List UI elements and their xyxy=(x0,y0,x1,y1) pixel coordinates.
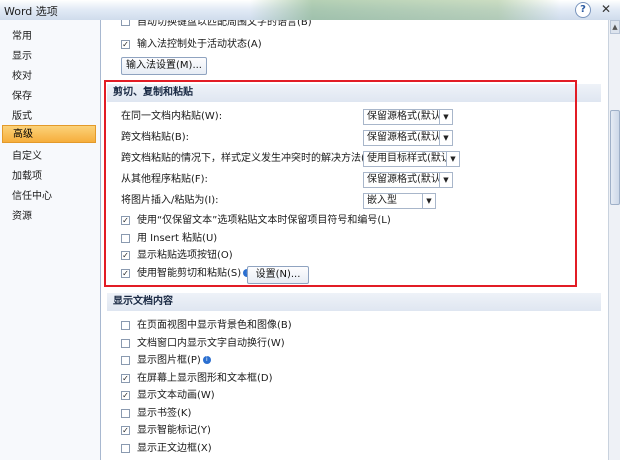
style-conflict-select[interactable]: 使用目标样式(默认) ▼ xyxy=(363,151,460,167)
picture-placeholders-row[interactable]: 显示图片框(P) i xyxy=(121,353,521,369)
ribbon-background xyxy=(250,0,560,20)
keep-bullets-label: 使用“仅保留文本”选项粘贴文本时保留项目符号和编号(L) xyxy=(137,215,391,226)
show-background-label: 在页面视图中显示背景色和图像(B) xyxy=(137,320,292,331)
text-animation-row[interactable]: ✓ 显示文本动画(W) xyxy=(121,388,521,404)
section-header-show-document: 显示文档内容 xyxy=(107,293,601,311)
paste-within-doc-select[interactable]: 保留源格式(默认) ▼ xyxy=(363,109,453,125)
show-bookmarks-label: 显示书签(K) xyxy=(137,408,192,419)
show-bookmarks-row[interactable]: 显示书签(K) xyxy=(121,406,521,422)
info-icon: i xyxy=(202,356,211,364)
options-content: 自动切换键盘以匹配周围文字的语言(B) ✓ 输入法控制处于活动状态(A) 输入法… xyxy=(101,20,608,460)
paste-between-docs-select[interactable]: 保留源格式(默认) ▼ xyxy=(363,130,453,146)
auto-keyboard-label: 自动切换键盘以匹配周围文字的语言(B) xyxy=(137,20,312,28)
show-paste-options-label: 显示粘贴选项按钮(O) xyxy=(137,250,233,261)
wrap-text-checkbox[interactable] xyxy=(121,339,130,348)
vertical-scrollbar[interactable]: ▲ xyxy=(608,20,620,460)
keep-bullets-checkbox[interactable]: ✓ xyxy=(121,216,130,225)
smart-paste-settings-button[interactable]: 设置(N)... xyxy=(247,266,309,284)
show-drawings-label: 在屏幕上显示图形和文本框(D) xyxy=(137,373,273,384)
smart-cut-paste-row[interactable]: ✓ 使用智能剪切和粘贴(S)i xyxy=(121,266,261,282)
sidebar-item-save[interactable]: 保存 xyxy=(2,88,96,106)
keep-bullets-row[interactable]: ✓ 使用“仅保留文本”选项粘贴文本时保留项目符号和编号(L) xyxy=(121,213,601,229)
sidebar-item-advanced[interactable]: 高级 xyxy=(2,125,96,143)
paste-between-docs-label: 跨文档粘贴(B): xyxy=(121,132,190,143)
smart-cut-paste-label: 使用智能剪切和粘贴(S)i xyxy=(137,266,252,282)
sidebar: 常用 显示 校对 保存 版式 高级 自定义 加载项 信任中心 资源 xyxy=(0,20,101,460)
text-boundaries-row[interactable]: 显示正文边框(X) xyxy=(121,441,521,457)
picture-placeholders-label: 显示图片框(P) i xyxy=(137,353,211,369)
text-animation-checkbox[interactable]: ✓ xyxy=(121,391,130,400)
show-paste-options-checkbox[interactable]: ✓ xyxy=(121,251,130,260)
insert-paste-checkbox[interactable] xyxy=(121,234,130,243)
text-boundaries-label: 显示正文边框(X) xyxy=(137,443,212,454)
wrap-text-row[interactable]: 文档窗口内显示文字自动换行(W) xyxy=(121,336,521,352)
show-bookmarks-checkbox[interactable] xyxy=(121,409,130,418)
insert-picture-value: 嵌入型 xyxy=(367,195,397,206)
show-paste-options-row[interactable]: ✓ 显示粘贴选项按钮(O) xyxy=(121,248,421,264)
chevron-down-icon[interactable]: ▼ xyxy=(439,131,452,145)
insert-paste-label: 用 Insert 粘贴(U) xyxy=(137,233,218,244)
chevron-down-icon[interactable]: ▼ xyxy=(439,110,452,124)
window-title: Word 选项 xyxy=(4,5,58,18)
chevron-down-icon[interactable]: ▼ xyxy=(439,173,452,187)
ime-active-checkbox[interactable]: ✓ xyxy=(121,40,130,49)
paste-within-doc-label: 在同一文档内粘贴(W): xyxy=(121,111,223,122)
sidebar-item-addins[interactable]: 加载项 xyxy=(2,168,96,186)
insert-paste-row[interactable]: 用 Insert 粘贴(U) xyxy=(121,231,421,247)
sidebar-item-resources[interactable]: 资源 xyxy=(2,208,96,226)
sidebar-item-proofing[interactable]: 校对 xyxy=(2,68,96,86)
smart-tags-checkbox[interactable]: ✓ xyxy=(121,426,130,435)
style-conflict-value: 使用目标样式(默认) xyxy=(367,153,455,164)
paste-other-programs-select[interactable]: 保留源格式(默认) ▼ xyxy=(363,172,453,188)
show-background-row[interactable]: 在页面视图中显示背景色和图像(B) xyxy=(121,318,521,334)
paste-between-docs-value: 保留源格式(默认) xyxy=(367,132,445,143)
paste-within-doc-value: 保留源格式(默认) xyxy=(367,111,445,122)
sidebar-item-common[interactable]: 常用 xyxy=(2,28,96,46)
scroll-up-icon[interactable]: ▲ xyxy=(610,20,620,34)
chevron-down-icon[interactable]: ▼ xyxy=(446,152,459,166)
ime-active-label: 输入法控制处于活动状态(A) xyxy=(137,39,262,50)
text-animation-label: 显示文本动画(W) xyxy=(137,390,215,401)
picture-placeholders-checkbox[interactable] xyxy=(121,356,130,365)
insert-picture-select[interactable]: 嵌入型 ▼ xyxy=(363,193,436,209)
show-drawings-row[interactable]: ✓ 在屏幕上显示图形和文本框(D) xyxy=(121,371,521,387)
scrollbar-thumb[interactable] xyxy=(610,110,620,205)
sidebar-item-display[interactable]: 显示 xyxy=(2,48,96,66)
close-icon[interactable]: ✕ xyxy=(596,1,616,17)
ime-settings-button[interactable]: 输入法设置(M)... xyxy=(121,57,207,75)
smart-tags-label: 显示智能标记(Y) xyxy=(137,425,211,436)
smart-tags-row[interactable]: ✓ 显示智能标记(Y) xyxy=(121,423,521,439)
ime-active-row[interactable]: ✓ 输入法控制处于活动状态(A) xyxy=(121,37,521,53)
sidebar-item-layout[interactable]: 版式 xyxy=(2,108,96,126)
show-drawings-checkbox[interactable]: ✓ xyxy=(121,374,130,383)
smart-cut-paste-checkbox[interactable]: ✓ xyxy=(121,269,130,278)
help-icon[interactable]: ? xyxy=(575,2,591,18)
show-background-checkbox[interactable] xyxy=(121,321,130,330)
auto-keyboard-checkbox[interactable] xyxy=(121,20,130,26)
title-bar: Word 选项 ? ✕ xyxy=(0,0,620,21)
paste-other-programs-label: 从其他程序粘贴(F): xyxy=(121,174,208,185)
sidebar-item-customize[interactable]: 自定义 xyxy=(2,148,96,166)
sidebar-item-trust-center[interactable]: 信任中心 xyxy=(2,188,96,206)
auto-keyboard-row[interactable]: 自动切换键盘以匹配周围文字的语言(B) xyxy=(121,20,521,30)
section-header-cut-copy-paste: 剪切、复制和粘贴 xyxy=(107,84,601,102)
text-boundaries-checkbox[interactable] xyxy=(121,444,130,453)
wrap-text-label: 文档窗口内显示文字自动换行(W) xyxy=(137,338,285,349)
paste-other-programs-value: 保留源格式(默认) xyxy=(367,174,445,185)
chevron-down-icon[interactable]: ▼ xyxy=(422,194,435,208)
insert-picture-label: 将图片插入/粘贴为(I): xyxy=(121,195,219,206)
style-conflict-label: 跨文档粘贴的情况下，样式定义发生冲突时的解决方法(E): xyxy=(121,153,379,164)
